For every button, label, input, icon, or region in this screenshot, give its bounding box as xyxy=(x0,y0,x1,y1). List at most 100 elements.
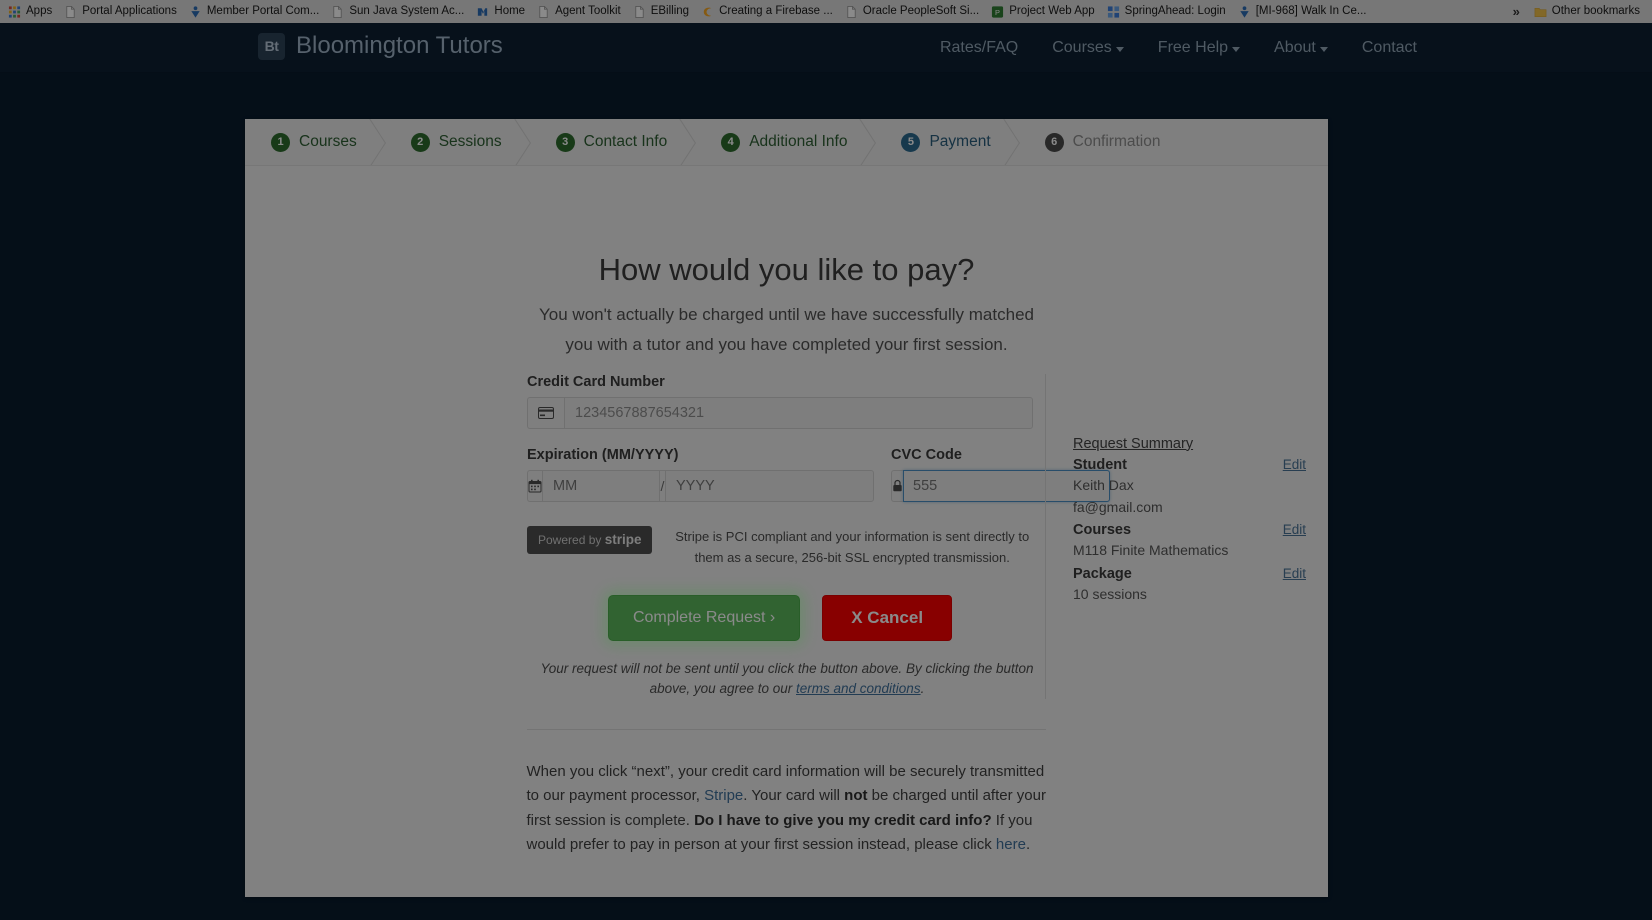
nav-item-contact[interactable]: Contact xyxy=(1362,39,1417,57)
edit-courses-link[interactable]: Edit xyxy=(1283,522,1306,537)
nav-item-free-help[interactable]: Free Help xyxy=(1157,39,1241,57)
bookmark-label: [MI-968] Walk In Ce... xyxy=(1255,4,1367,17)
brand-link[interactable]: Bt Bloomington Tutors xyxy=(258,32,503,60)
stripe-link[interactable]: Stripe xyxy=(704,787,743,804)
bookmark-ebilling[interactable]: EBilling xyxy=(629,2,697,22)
other-bookmarks-folder[interactable]: Other bookmarks xyxy=(1530,2,1648,22)
step-label: Contact Info xyxy=(583,133,668,150)
summary-heading: Package xyxy=(1073,565,1132,582)
expiration-group: / xyxy=(527,469,874,502)
apps-grid-icon xyxy=(8,5,21,18)
expiration-label: Expiration (MM/YYYY) xyxy=(527,446,679,463)
bookmark-sun-java[interactable]: Sun Java System Ac... xyxy=(327,2,472,22)
credit-card-label: Credit Card Number xyxy=(527,373,665,390)
bookmark-member-portal[interactable]: Member Portal Com... xyxy=(185,2,327,22)
stripe-note: Stripe is PCI compliant and your informa… xyxy=(675,528,1030,566)
bookmark-agent-toolkit[interactable]: Agent Toolkit xyxy=(533,2,629,22)
stripe-row: Powered by stripe Stripe is PCI complian… xyxy=(527,525,1033,569)
step-number: 4 xyxy=(721,132,741,152)
credit-card-group xyxy=(527,396,1033,429)
person-icon xyxy=(191,5,200,18)
cancel-button[interactable]: X Cancel xyxy=(822,594,953,641)
summary-package-value: 10 sessions xyxy=(1073,585,1147,602)
nav-item-courses[interactable]: Courses xyxy=(1052,39,1124,57)
bookmark-label: Home xyxy=(494,4,526,17)
credit-card-icon xyxy=(527,396,564,429)
page-icon xyxy=(333,5,342,18)
other-bookmarks-label: Other bookmarks xyxy=(1551,4,1640,17)
stripe-badge-name: stripe xyxy=(604,531,642,547)
home-icon xyxy=(478,7,488,16)
step-label: Confirmation xyxy=(1072,133,1161,150)
request-summary: Request Summary Student Edit Keith Dax f… xyxy=(1045,373,1328,700)
wizard-step-contact-info[interactable]: 3 Contact Info xyxy=(528,119,694,165)
bookmark-project-web-app[interactable]: P Project Web App xyxy=(987,2,1102,22)
cvc-label: CVC Code xyxy=(891,446,962,463)
page-icon xyxy=(539,5,548,18)
bookmark-mi968-walk-in[interactable]: [MI-968] Walk In Ce... xyxy=(1234,2,1375,22)
request-summary-title: Request Summary xyxy=(1073,435,1194,452)
request-disclaimer: Your request will not be sent until you … xyxy=(527,659,1047,700)
edit-student-link[interactable]: Edit xyxy=(1283,457,1306,472)
page-title: How would you like to pay? xyxy=(598,252,975,287)
nav-label: Courses xyxy=(1052,39,1112,56)
page-icon xyxy=(635,5,644,18)
action-buttons: Complete Request › X Cancel xyxy=(527,594,1033,641)
bookmark-label: Apps xyxy=(26,4,53,17)
summary-heading: Courses xyxy=(1073,522,1132,539)
bookmark-home[interactable]: Home xyxy=(472,2,533,22)
expiration-month-input[interactable] xyxy=(542,469,660,502)
disclaimer-text-1: Your request will not be sent until you … xyxy=(540,660,1034,696)
bookmark-apps[interactable]: Apps xyxy=(4,2,60,22)
edit-package-link[interactable]: Edit xyxy=(1283,566,1306,581)
bookmark-creating-firebase[interactable]: Creating a Firebase ... xyxy=(697,2,841,22)
bookmark-label: Member Portal Com... xyxy=(206,4,320,17)
bookmark-portal-applications[interactable]: Portal Applications xyxy=(60,2,185,22)
bookmark-label: Creating a Firebase ... xyxy=(719,4,833,17)
page-icon xyxy=(66,5,75,18)
summary-student-name: Keith Dax xyxy=(1073,476,1134,493)
wizard-step-sessions[interactable]: 2 Sessions xyxy=(383,119,528,165)
wizard-steps: 1 Courses 2 Sessions 3 Contact Info 4 Ad… xyxy=(245,119,1328,166)
bookmark-oracle-peoplesoft[interactable]: Oracle PeopleSoft Si... xyxy=(841,2,987,22)
footnote-text-5: . xyxy=(1025,836,1031,854)
expiration-cvc-row: Expiration (MM/YYYY) / CVC xyxy=(527,446,1110,502)
complete-request-button[interactable]: Complete Request › xyxy=(607,594,801,641)
wizard-step-additional-info[interactable]: 4 Additional Info xyxy=(693,119,873,165)
nav-item-rates-faq[interactable]: Rates/FAQ xyxy=(940,39,1018,57)
site-nav: Rates/FAQ Courses Free Help About Contac… xyxy=(940,23,1417,73)
step-number: 2 xyxy=(410,132,430,152)
bookmark-label: Agent Toolkit xyxy=(555,4,621,17)
nav-label: Contact xyxy=(1361,39,1417,56)
project-icon: P xyxy=(992,5,1004,18)
bookmark-label: EBilling xyxy=(650,4,690,17)
stripe-badge: Powered by stripe xyxy=(527,525,653,554)
nav-label: Free Help xyxy=(1157,39,1229,56)
expiration-year-input[interactable] xyxy=(665,469,874,502)
terms-and-conditions-link[interactable]: terms and conditions xyxy=(796,681,921,696)
credit-card-input[interactable] xyxy=(564,396,1033,429)
step-label: Additional Info xyxy=(749,133,848,150)
request-wizard-card: 1 Courses 2 Sessions 3 Contact Info 4 Ad… xyxy=(245,119,1328,898)
firebase-icon xyxy=(703,7,712,16)
payment-form: Credit Card Number Expiration (MM/YYYY) xyxy=(245,373,1110,700)
nav-label: About xyxy=(1274,39,1316,56)
svg-text:P: P xyxy=(995,7,1000,16)
chevron-down-icon xyxy=(1319,47,1328,52)
wizard-step-payment[interactable]: 5 Payment xyxy=(873,119,1016,165)
page-root: Apps Portal Applications Member Portal C… xyxy=(0,0,1652,920)
bookmark-label: Oracle PeopleSoft Si... xyxy=(862,4,980,17)
step-label: Courses xyxy=(299,133,357,150)
brand-name: Bloomington Tutors xyxy=(296,32,503,59)
bookmark-springahead-login[interactable]: SpringAhead: Login xyxy=(1103,2,1234,22)
step-label: Sessions xyxy=(438,133,502,150)
wizard-step-courses[interactable]: 1 Courses xyxy=(245,119,383,165)
pay-in-person-link[interactable]: here xyxy=(996,836,1026,853)
summary-row-courses-header: Courses Edit xyxy=(1073,522,1328,538)
step-number: 5 xyxy=(901,132,921,152)
summary-student-email: fa@gmail.com xyxy=(1073,499,1163,516)
summary-row-student-header: Student Edit xyxy=(1073,457,1328,473)
bookmarks-overflow-button[interactable]: » xyxy=(1503,4,1530,19)
wizard-body: How would you like to pay? You won't act… xyxy=(245,166,1328,897)
nav-item-about[interactable]: About xyxy=(1274,39,1328,57)
